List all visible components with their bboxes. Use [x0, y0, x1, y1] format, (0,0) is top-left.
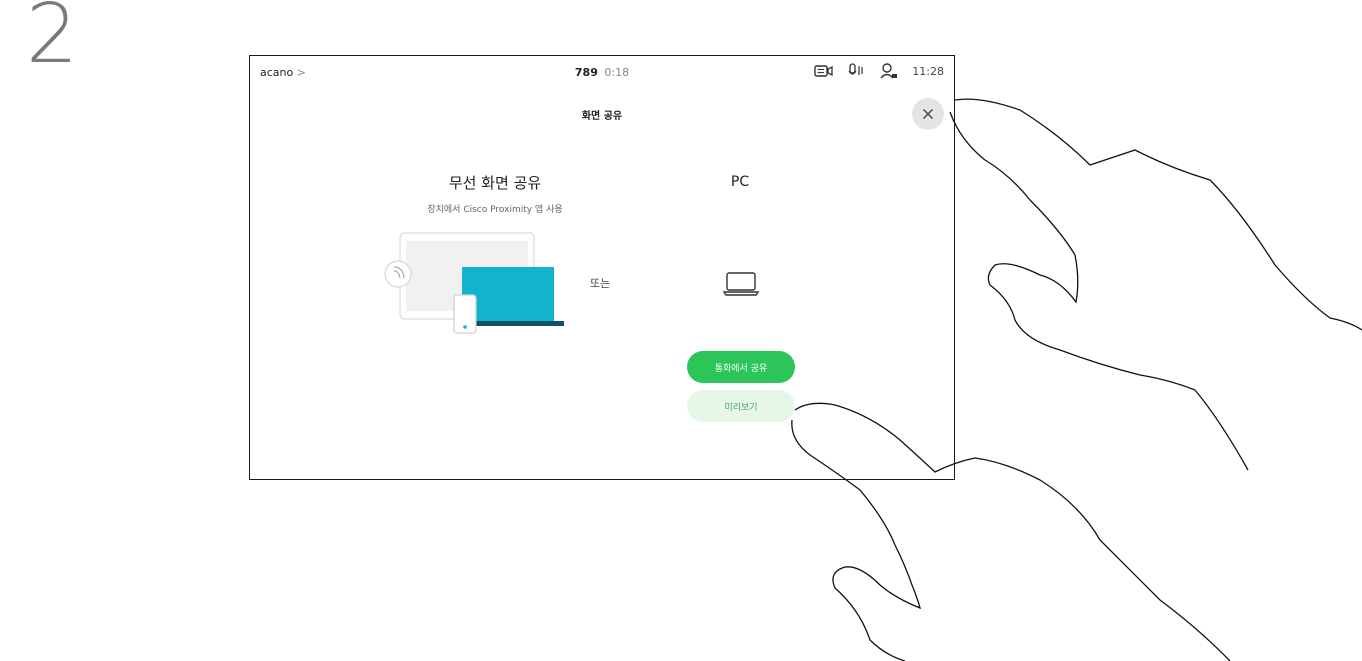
pc-title: PC: [730, 174, 750, 190]
touch-panel-screen: acano > 789 0:18 11:28 화면 공유 무선 화면 공유 장치…: [249, 55, 955, 480]
camera-icon[interactable]: [814, 64, 834, 78]
wireless-share-subtitle: 장치에서 Cisco Proximity 앱 사용: [427, 205, 563, 215]
close-button[interactable]: [912, 98, 944, 130]
status-bar: acano > 789 0:18 11:28: [250, 56, 954, 88]
participants-icon[interactable]: [880, 63, 898, 79]
call-timer: 0:18: [604, 66, 630, 79]
wireless-share-title: 무선 화면 공유: [448, 174, 542, 192]
call-number: 789: [574, 66, 598, 79]
share-in-call-button[interactable]: 통화에서 공유: [687, 351, 795, 383]
laptop-icon: [722, 272, 760, 296]
step-number: 2: [26, 0, 79, 82]
proximity-illustration: [384, 232, 564, 334]
status-icons: 11:28: [814, 63, 944, 79]
upper-hand-thumb: [949, 111, 1249, 471]
or-label: 또는: [590, 277, 611, 290]
clock: 11:28: [912, 64, 944, 78]
preview-button[interactable]: 미리보기: [687, 390, 795, 422]
screen-title: 화면 공유: [581, 111, 623, 122]
microphone-icon[interactable]: [848, 63, 866, 79]
close-icon: [923, 109, 933, 119]
upper-hand-outline: [954, 98, 1362, 331]
